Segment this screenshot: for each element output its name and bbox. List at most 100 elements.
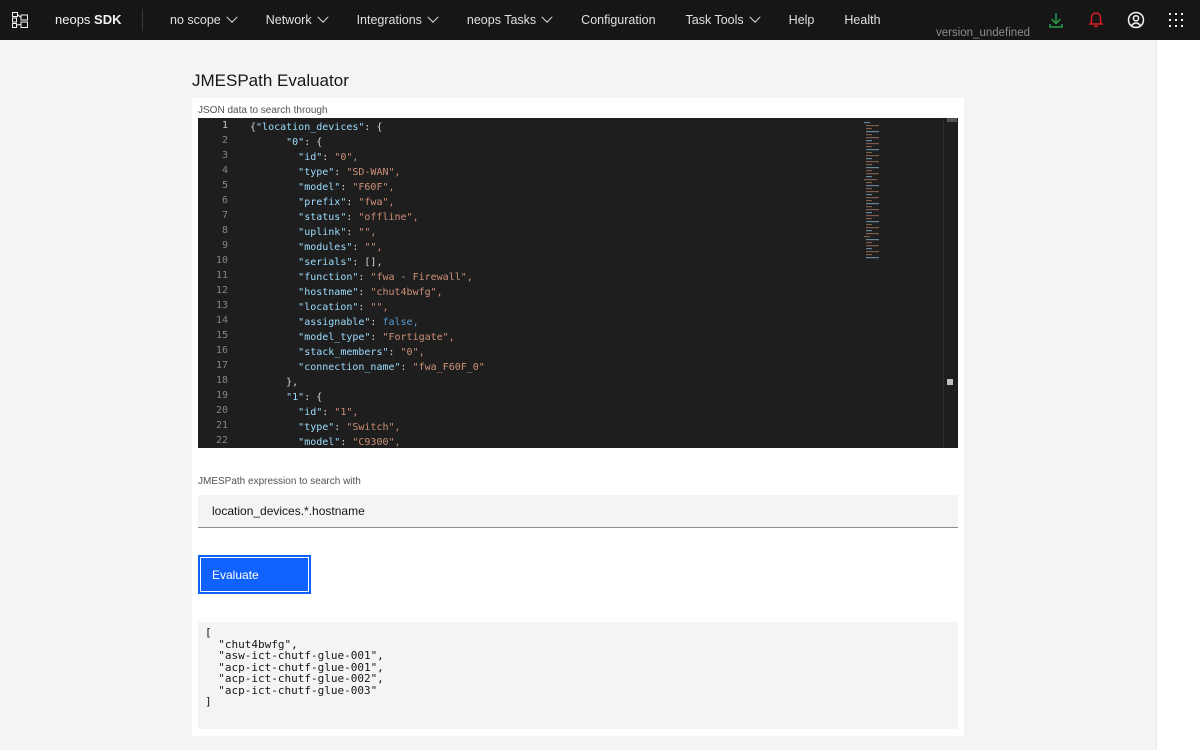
minimap-line <box>866 218 872 220</box>
minimap-line <box>866 242 872 244</box>
minimap-line <box>866 149 879 151</box>
line-number: 1 <box>221 120 228 131</box>
network-topology-icon[interactable] <box>12 12 28 28</box>
chevron-down-icon <box>427 11 439 23</box>
nav-health[interactable]: Health <box>844 13 880 27</box>
result-output: [ "chut4bwfg", "asw-ict-chutf-glue-001",… <box>198 622 958 729</box>
nav-scope[interactable]: no scope <box>170 11 238 27</box>
minimap-line <box>866 164 872 166</box>
code-line: "model": "F60F", <box>298 182 395 193</box>
minimap-line <box>864 179 877 181</box>
minimap-line <box>866 158 872 160</box>
code-line: "0": { <box>286 137 323 148</box>
code-line: "serials": [], <box>298 257 383 268</box>
line-number: 2 <box>221 135 228 146</box>
page-title: JMESPath Evaluator <box>192 71 349 90</box>
editor-scrollbar[interactable] <box>943 118 957 448</box>
chevron-down-icon <box>316 11 329 23</box>
minimap-line <box>866 254 872 256</box>
minimap-line <box>866 212 872 214</box>
minimap-line <box>866 188 872 190</box>
jmespath-expression-input[interactable] <box>198 495 958 528</box>
minimap-line <box>866 185 879 187</box>
nav-network[interactable]: Network <box>266 11 329 27</box>
line-number: 14 <box>215 315 228 326</box>
line-number: 3 <box>221 150 228 161</box>
minimap-line <box>866 182 872 184</box>
json-data-label: JSON data to search through <box>198 105 328 116</box>
minimap-line <box>866 194 872 196</box>
line-number: 15 <box>215 330 228 341</box>
line-number: 6 <box>221 195 228 206</box>
json-code-editor[interactable]: 1 {"location_devices": { 2 "0": { 3 "id": "… <box>198 118 958 448</box>
main-nav: no scope Network Integrations neops Task… <box>170 0 911 40</box>
code-line: "hostname": "chut4bwfg", <box>298 287 443 298</box>
brand-name[interactable]: neops SDK <box>55 12 122 27</box>
app-switcher-icon[interactable] <box>1166 10 1186 30</box>
page-scrollbar[interactable] <box>1156 40 1200 750</box>
minimap-line <box>866 131 879 133</box>
minimap-line <box>866 215 879 217</box>
chevron-down-icon <box>749 11 761 23</box>
code-line: {"location_devices": { <box>250 122 383 133</box>
nav-task-tools[interactable]: Task Tools <box>686 11 761 27</box>
brand-product: SDK <box>94 12 122 27</box>
nav-configuration[interactable]: Configuration <box>581 13 655 27</box>
minimap-line <box>866 227 879 229</box>
code-line: "status": "offline", <box>298 212 419 223</box>
minimap-line <box>866 125 879 127</box>
editor-minimap[interactable] <box>862 120 902 266</box>
line-number: 9 <box>221 240 228 251</box>
code-line: "type": "SD-WAN", <box>298 167 401 178</box>
code-line: "function": "fwa - Firewall", <box>298 272 473 283</box>
code-line: "modules": "", <box>298 242 383 253</box>
line-number: 17 <box>215 360 228 371</box>
code-line: "location": "", <box>298 302 389 313</box>
line-number: 13 <box>215 300 228 311</box>
nav-help[interactable]: Help <box>789 13 815 27</box>
minimap-line <box>866 221 879 223</box>
header-divider <box>142 9 143 31</box>
code-line: "id": "1", <box>298 407 359 418</box>
evaluate-button[interactable]: Evaluate <box>198 555 311 594</box>
minimap-line <box>866 143 879 145</box>
code-line: "assignable": false, <box>298 317 419 328</box>
minimap-line <box>866 230 872 232</box>
minimap-line <box>864 236 870 238</box>
minimap-line <box>866 233 879 235</box>
user-avatar-icon[interactable] <box>1126 10 1146 30</box>
minimap-line <box>866 152 872 154</box>
code-line: "model_type": "Fortigate", <box>298 332 455 343</box>
minimap-line <box>866 140 872 142</box>
minimap-line <box>866 173 879 175</box>
notification-icon[interactable] <box>1086 10 1106 30</box>
version-label: version_undefined <box>936 27 1030 39</box>
minimap-line <box>866 167 879 169</box>
code-line: "type": "Switch", <box>298 422 401 433</box>
nav-integrations[interactable]: Integrations <box>357 11 439 27</box>
line-number: 12 <box>215 285 228 296</box>
editor-scroll-up-marker <box>947 118 957 122</box>
code-line: "prefix": "fwa", <box>298 197 395 208</box>
minimap-line <box>866 257 879 259</box>
nav-neops-tasks[interactable]: neops Tasks <box>467 11 553 27</box>
minimap-line <box>866 134 872 136</box>
code-line: "connection_name": "fwa_F60F_0" <box>298 362 485 373</box>
minimap-line <box>866 224 872 226</box>
code-line: }, <box>286 377 299 388</box>
minimap-line <box>866 248 872 250</box>
minimap-line <box>866 146 872 148</box>
minimap-line <box>866 155 879 157</box>
line-number: 5 <box>221 180 228 191</box>
minimap-line <box>866 245 879 247</box>
line-number: 4 <box>221 165 228 176</box>
chevron-down-icon <box>226 11 238 23</box>
download-icon[interactable] <box>1046 10 1066 30</box>
line-number: 20 <box>215 405 228 416</box>
editor-cursor-marker <box>947 379 953 385</box>
minimap-line <box>864 122 870 124</box>
minimap-line <box>866 200 872 202</box>
code-line: "id": "0", <box>298 152 359 163</box>
code-line: "1": { <box>286 392 323 403</box>
minimap-line <box>866 161 879 163</box>
